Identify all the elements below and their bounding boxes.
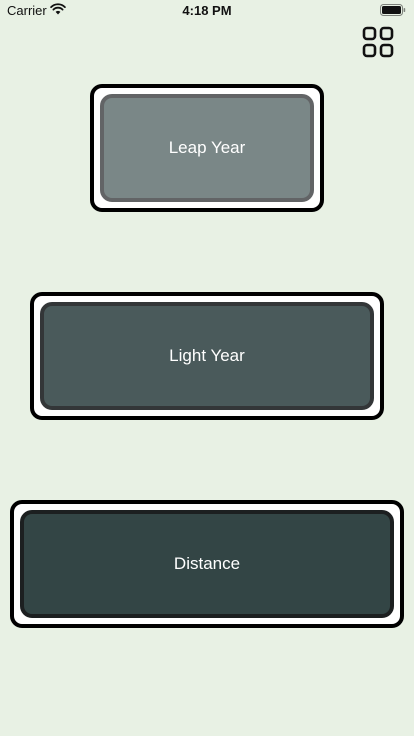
grid-menu-button[interactable]: [361, 25, 395, 59]
status-bar: Carrier 4:18 PM: [0, 0, 414, 22]
leap-year-label: Leap Year: [168, 138, 246, 157]
clock: 4:18 PM: [182, 3, 232, 18]
distance-label: Distance: [173, 554, 241, 573]
battery-icon: [380, 4, 406, 16]
leap-year-button[interactable]: Leap Year: [90, 84, 324, 212]
leap-year-button-face[interactable]: Leap Year: [100, 94, 314, 202]
distance-button[interactable]: Distance: [10, 500, 404, 628]
light-year-button[interactable]: Light Year: [30, 292, 384, 420]
grid-icon: [362, 26, 394, 58]
light-year-label: Light Year: [169, 346, 245, 365]
light-year-button-face[interactable]: Light Year: [40, 302, 374, 410]
distance-button-face[interactable]: Distance: [20, 510, 394, 618]
